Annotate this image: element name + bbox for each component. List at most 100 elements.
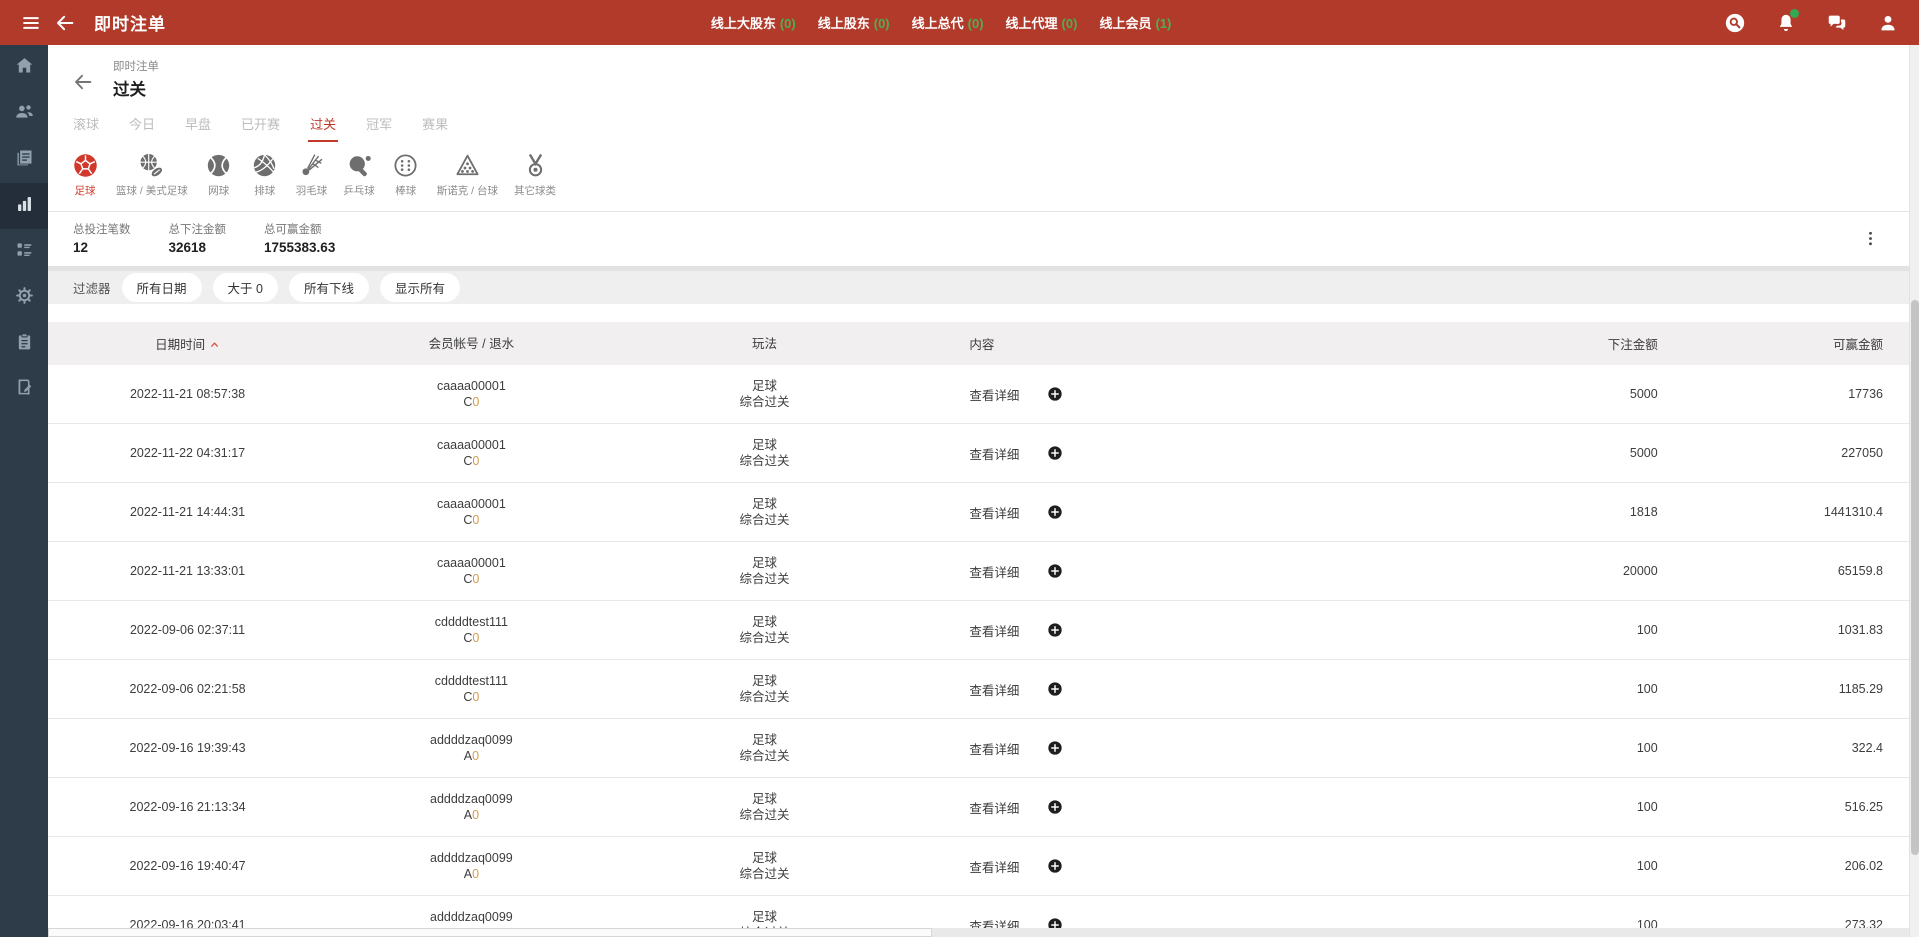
user-icon[interactable]: [1871, 6, 1905, 40]
view-detail-link[interactable]: 查看详细: [969, 621, 1019, 640]
stat-total-winnable-amount: 总可赢金额 1755383.63: [264, 224, 336, 255]
expand-detail-plus-icon[interactable]: [1047, 799, 1063, 815]
cell-account: cddddtest111 C0: [327, 614, 615, 646]
appbar-back-icon[interactable]: [48, 6, 82, 40]
cell-win-amount: 206.02: [1844, 859, 1883, 873]
play-sport: 足球: [751, 379, 777, 393]
menu-hamburger-icon[interactable]: [14, 6, 48, 40]
view-detail-link[interactable]: 查看详细: [969, 680, 1019, 699]
sport-volleyball[interactable]: 排球: [242, 152, 288, 198]
expand-detail-plus-icon[interactable]: [1047, 681, 1063, 697]
page-title: 过关: [113, 81, 146, 99]
cell-datetime: 2022-09-06 02:37:11: [129, 623, 246, 637]
soccer-icon: [72, 152, 99, 179]
col-header-datetime[interactable]: 日期时间: [48, 334, 327, 353]
view-detail-link[interactable]: 查看详细: [969, 857, 1019, 876]
col-header-account[interactable]: 会员帐号 / 退水: [327, 336, 615, 352]
filter-chip-2[interactable]: 所有下线: [288, 273, 369, 302]
cell-bet-amount: 5000: [1629, 387, 1658, 401]
view-detail-link[interactable]: 查看详细: [969, 385, 1019, 404]
play-type: 综合过关: [739, 749, 790, 763]
cell-datetime: 2022-11-22 04:31:17: [129, 446, 246, 460]
cell-win-amount: 516.25: [1844, 800, 1883, 814]
more-options-kebab-icon[interactable]: [1853, 221, 1887, 255]
page-back-icon[interactable]: [66, 65, 100, 99]
sidebar-item-notes-edit[interactable]: [0, 367, 48, 413]
view-detail-link[interactable]: 查看详细: [969, 739, 1019, 758]
account-rebate: C0: [327, 394, 615, 410]
horizontal-scrollbar-thumb[interactable]: [48, 928, 932, 937]
sport-tennis[interactable]: 网球: [196, 152, 242, 198]
account-rebate: C0: [327, 512, 615, 528]
appbar-nav-item-2[interactable]: 线上总代 (0): [912, 13, 984, 32]
sidebar-item-checklist[interactable]: [0, 229, 48, 275]
table-row: 2022-11-21 13:33:01 caaaa00001 C0 足球 综合过关 查看详…: [48, 542, 1909, 601]
sport-snooker[interactable]: 斯诺克 / 台球: [429, 152, 506, 198]
tab-early[interactable]: 早盘: [170, 108, 226, 142]
sport-badminton[interactable]: 羽毛球: [288, 152, 336, 198]
rebate-prefix: A: [463, 808, 473, 822]
tab-results[interactable]: 赛果: [407, 108, 463, 142]
appbar-nav-item-1[interactable]: 线上股东 (0): [818, 13, 890, 32]
sport-baseball[interactable]: 棒球: [383, 152, 429, 198]
play-type: 综合过关: [739, 631, 790, 645]
appbar-nav-count: (0): [873, 16, 890, 31]
sidebar-item-members[interactable]: [0, 91, 48, 137]
sport-label: 其它球类: [514, 185, 557, 197]
app-top-bar: 即时注单 线上大股东 (0) 线上股东 (0) 线上总代 (0) 线上代理 (0) 线上会员 (1…: [0, 0, 1919, 45]
cell-account: addddzaq0099A0: [327, 791, 615, 823]
expand-detail-plus-icon[interactable]: [1047, 740, 1063, 756]
sidebar-item-reports-chart[interactable]: [0, 183, 48, 229]
view-detail-link[interactable]: 查看详细: [969, 798, 1019, 817]
sort-asc-icon: [209, 339, 220, 353]
tab-rolling[interactable]: 滚球: [58, 108, 114, 142]
sport-basketball[interactable]: 篮球 / 美式足球: [108, 152, 196, 198]
tab-champion[interactable]: 冠军: [351, 108, 407, 142]
sport-pingpong[interactable]: 乒乓球: [335, 152, 383, 198]
sport-other[interactable]: 其它球类: [506, 152, 564, 198]
expand-detail-plus-icon[interactable]: [1047, 563, 1063, 579]
rebate-value: 0: [472, 690, 480, 704]
appbar-nav-count: (0): [967, 16, 984, 31]
expand-detail-plus-icon[interactable]: [1047, 386, 1063, 402]
account-rebate: A0: [327, 866, 615, 882]
vertical-scrollbar-thumb[interactable]: [1911, 300, 1919, 855]
appbar-nav-item-4[interactable]: 线上会员 (1): [1099, 13, 1171, 32]
appbar-nav-label: 线上大股东: [710, 16, 776, 31]
view-detail-link[interactable]: 查看详细: [969, 444, 1019, 463]
chat-icon[interactable]: [1820, 6, 1854, 40]
expand-detail-plus-icon[interactable]: [1047, 858, 1063, 874]
horizontal-scrollbar[interactable]: [48, 928, 1909, 937]
col-header-win-amount[interactable]: 可赢金额: [1658, 334, 1909, 353]
sidebar-item-home[interactable]: [0, 45, 48, 91]
vertical-scrollbar[interactable]: [1909, 45, 1919, 937]
tab-started[interactable]: 已开赛: [226, 108, 295, 142]
col-header-play[interactable]: 玩法: [616, 336, 914, 352]
col-header-content[interactable]: 内容: [913, 334, 1285, 353]
filter-chip-1[interactable]: 大于 0: [212, 273, 278, 302]
filter-chip-0[interactable]: 所有日期: [121, 273, 202, 302]
sidebar-item-news[interactable]: [0, 137, 48, 183]
sport-soccer[interactable]: 足球: [62, 152, 108, 198]
play-type: 综合过关: [739, 572, 790, 586]
tab-today[interactable]: 今日: [114, 108, 170, 142]
view-detail-link[interactable]: 查看详细: [969, 562, 1019, 581]
sidebar-item-clipboard[interactable]: [0, 321, 48, 367]
filter-chip-3[interactable]: 显示所有: [379, 273, 460, 302]
search-icon[interactable]: [1718, 6, 1752, 40]
cell-account: caaaa00001 C0: [327, 555, 615, 587]
view-detail-link[interactable]: 查看详细: [969, 503, 1019, 522]
breadcrumb: 即时注单: [113, 61, 159, 73]
sport-label: 足球: [74, 185, 96, 197]
col-header-bet-amount[interactable]: 下注金额: [1286, 334, 1658, 353]
tab-parlay[interactable]: 过关: [295, 108, 351, 142]
play-sport: 足球: [751, 556, 777, 570]
expand-detail-plus-icon[interactable]: [1047, 504, 1063, 520]
sidebar-item-settings-gear[interactable]: [0, 275, 48, 321]
appbar-nav-item-0[interactable]: 线上大股东 (0): [711, 13, 796, 32]
filter-bar: 过滤器 所有日期 大于 0 所有下线 显示所有: [48, 266, 1909, 304]
expand-detail-plus-icon[interactable]: [1047, 622, 1063, 638]
expand-detail-plus-icon[interactable]: [1047, 445, 1063, 461]
appbar-nav-item-3[interactable]: 线上代理 (0): [1006, 13, 1078, 32]
cell-account: addddzaq0099A0: [327, 850, 615, 882]
